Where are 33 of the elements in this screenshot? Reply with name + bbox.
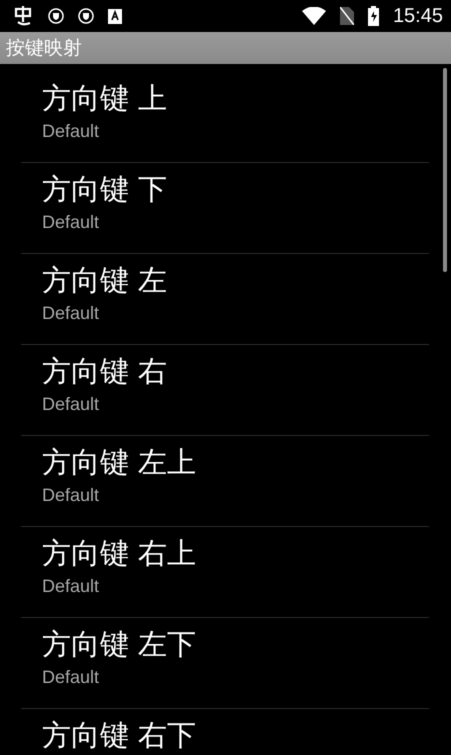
- scrollbar[interactable]: [443, 68, 447, 272]
- item-summary: Default: [42, 120, 100, 143]
- battery-charging-icon: [368, 6, 379, 26]
- item-summary: Default: [42, 211, 100, 234]
- list-item[interactable]: 方向键 左下 Default: [21, 618, 429, 709]
- screen-title: 按键映射: [6, 36, 82, 61]
- item-summary: Default: [42, 302, 100, 325]
- item-summary: Default: [42, 484, 100, 507]
- list-item[interactable]: 方向键 左 Default: [21, 254, 429, 345]
- item-title: 方向键 下: [42, 171, 168, 208]
- no-sim-icon: [340, 7, 354, 25]
- list-item[interactable]: 方向键 右上 Default: [21, 527, 429, 618]
- list-item[interactable]: 方向键 右 Default: [21, 345, 429, 436]
- shield-icon: [78, 8, 94, 24]
- item-title: 方向键 右下: [42, 717, 196, 754]
- item-summary: Default: [42, 666, 100, 689]
- item-title: 方向键 左下: [42, 626, 196, 663]
- item-title: 方向键 左: [42, 262, 168, 299]
- list-item[interactable]: 方向键 右下: [21, 709, 429, 755]
- list-item[interactable]: 方向键 左上 Default: [21, 436, 429, 527]
- shield-icon: [48, 8, 64, 24]
- item-title: 方向键 左上: [42, 444, 196, 481]
- status-time: 15:45: [392, 4, 443, 28]
- app-icon: [108, 8, 122, 24]
- list-item[interactable]: 方向键 上 Default: [21, 72, 429, 163]
- bug-icon: [12, 5, 34, 27]
- item-summary: Default: [42, 393, 100, 416]
- wifi-icon: [302, 7, 326, 25]
- list-item[interactable]: 方向键 下 Default: [21, 163, 429, 254]
- item-title: 方向键 右上: [42, 535, 196, 572]
- item-title: 方向键 上: [42, 80, 168, 117]
- item-summary: Default: [42, 575, 100, 598]
- item-title: 方向键 右: [42, 353, 168, 390]
